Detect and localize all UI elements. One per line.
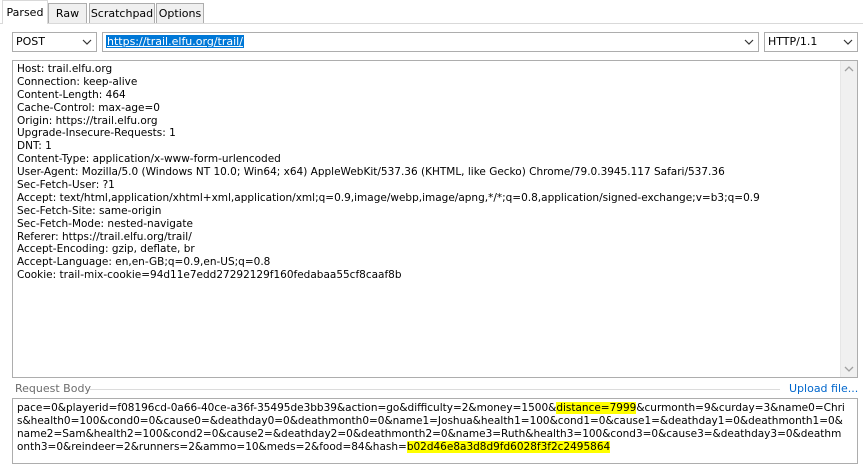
upload-file-link[interactable]: Upload file...	[789, 382, 858, 395]
header-line: Cookie: trail-mix-cookie=94d11e7edd27292…	[17, 269, 402, 282]
url-input[interactable]: https://trail.elfu.org/trail/	[102, 32, 759, 52]
headers-scrollbar[interactable]	[840, 61, 857, 377]
chevron-down-icon	[82, 39, 92, 45]
header-line: Content-Length: 464	[17, 88, 126, 101]
header-line: Host: trail.elfu.org	[17, 63, 113, 75]
header-line: Accept: text/html,application/xhtml+xml,…	[17, 191, 760, 204]
request-body-editor[interactable]: pace=0&playerid=f08196cd-0a66-40ce-a36f-…	[12, 398, 858, 464]
header-line: Sec-Fetch-Site: same-origin	[17, 204, 162, 217]
header-line: Connection: keep-alive	[17, 75, 138, 88]
request-body-label: Request Body	[15, 382, 91, 395]
chevron-up-icon[interactable]	[841, 61, 857, 77]
header-line: Accept-Encoding: gzip, deflate, br	[17, 243, 195, 256]
header-line: Upgrade-Insecure-Requests: 1	[17, 127, 176, 140]
tab-parsed[interactable]: Parsed	[2, 0, 48, 24]
header-line: DNT: 1	[17, 140, 52, 153]
request-body-text: pace=0&playerid=f08196cd-0a66-40ce-a36f-…	[17, 402, 847, 454]
highlight-hash: b02d46e8a3d8d9fd6028f3f2c2495864	[406, 441, 611, 453]
chevron-down-icon	[744, 39, 754, 45]
header-line: Cache-Control: max-age=0	[17, 101, 160, 114]
header-line: Referer: https://trail.elfu.org/trail/	[17, 230, 192, 243]
tab-bar: Parsed Raw Scratchpad Options	[0, 0, 863, 25]
method-select[interactable]: POST	[12, 32, 97, 52]
header-line: Content-Type: application/x-www-form-url…	[17, 153, 281, 166]
url-value: https://trail.elfu.org/trail/	[106, 35, 244, 48]
highlight-distance: distance=7999	[556, 402, 637, 414]
tab-options[interactable]: Options	[156, 3, 204, 23]
headers-editor[interactable]: Host: trail.elfu.org Connection: keep-al…	[12, 60, 858, 378]
header-line: Origin: https://trail.elfu.org	[17, 114, 158, 127]
protocol-value: HTTP/1.1	[768, 35, 818, 48]
headers-list: Host: trail.elfu.org Connection: keep-al…	[17, 63, 760, 282]
header-line: User-Agent: Mozilla/5.0 (Windows NT 10.0…	[17, 166, 725, 179]
body-segment: pace=0&playerid=f08196cd-0a66-40ce-a36f-…	[17, 402, 557, 414]
header-line: Sec-Fetch-User: ?1	[17, 179, 115, 192]
tab-raw[interactable]: Raw	[48, 3, 87, 23]
header-line: Sec-Fetch-Mode: nested-navigate	[17, 217, 193, 230]
tab-scratchpad[interactable]: Scratchpad	[89, 3, 155, 23]
chevron-down-icon[interactable]	[841, 361, 857, 377]
method-value: POST	[16, 35, 45, 48]
protocol-select[interactable]: HTTP/1.1	[764, 32, 858, 52]
header-line: Accept-Language: en,en-GB;q=0.9,en-US;q=…	[17, 256, 271, 269]
section-divider	[90, 389, 780, 390]
chevron-down-icon	[843, 39, 853, 45]
